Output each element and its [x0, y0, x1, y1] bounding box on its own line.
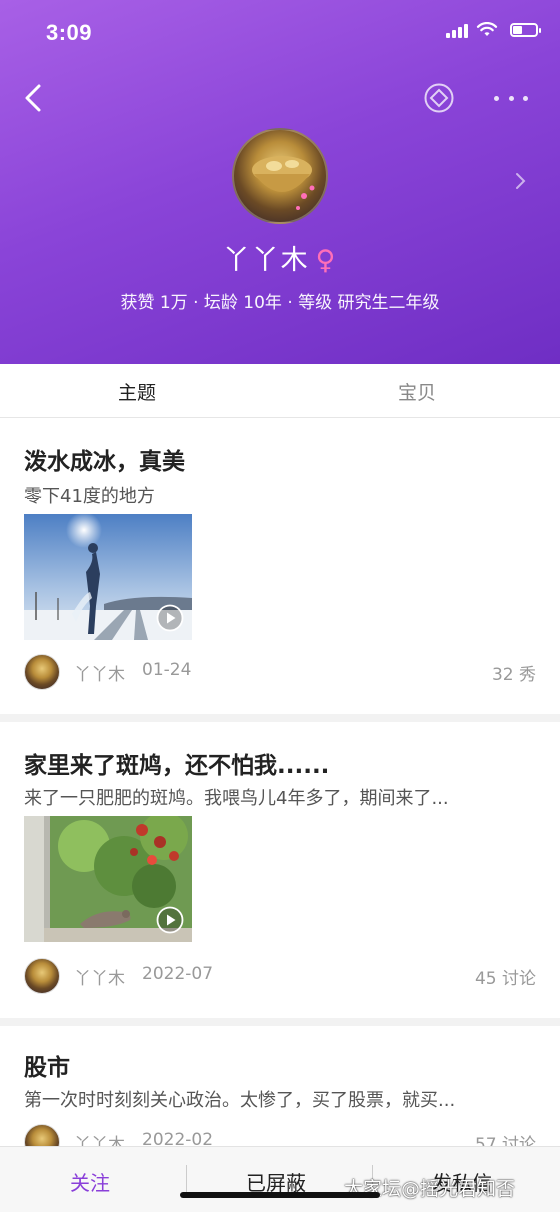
post-title[interactable]: 家里来了斑鸠，还不怕我......	[24, 746, 329, 780]
post-summary: 来了一只肥肥的斑鸠。我喂鸟儿4年多了，期间来了...	[24, 788, 449, 809]
post-title[interactable]: 泼水成冰，真美	[24, 442, 185, 476]
play-icon[interactable]	[156, 604, 184, 632]
post-summary: 零下41度的地方	[24, 486, 155, 507]
username-text: 丫丫木	[222, 245, 310, 276]
profile-header: 3:09 丫丫木 ♀ 获赞 1万 · 坛龄 10年 · 等级 研究生二年级	[0, 0, 560, 364]
post-meta: 丫丫木 01-24 32 秀	[24, 654, 536, 690]
follow-button[interactable]: 关注	[70, 1167, 110, 1196]
post-date: 01-24	[142, 660, 192, 680]
profile-avatar[interactable]	[232, 128, 328, 224]
avatar-image	[252, 156, 315, 210]
post-summary: 第一次时时刻刻关心政治。太惨了，买了股票，就买...	[24, 1090, 456, 1111]
post-author[interactable]: 丫丫木	[74, 964, 125, 989]
tab-topics[interactable]: 主题	[118, 378, 156, 405]
diamond-badge-icon[interactable]	[424, 83, 454, 113]
divider	[186, 1165, 187, 1195]
content-tabs: 主题 宝贝	[0, 364, 560, 418]
gender-female-icon: ♀	[315, 245, 338, 276]
post-video-thumbnail[interactable]	[24, 816, 192, 942]
chevron-right-icon[interactable]	[510, 170, 530, 192]
home-indicator[interactable]	[180, 1192, 380, 1198]
post-video-thumbnail[interactable]	[24, 514, 192, 640]
post-author[interactable]: 丫丫木	[74, 660, 125, 685]
post-count: 45 讨论	[474, 969, 536, 989]
post-card[interactable]: 家里来了斑鸠，还不怕我...... 来了一只肥肥的斑鸠。我喂鸟儿4年多了，期间来…	[0, 722, 560, 1018]
username: 丫丫木 ♀	[0, 238, 560, 277]
tab-items[interactable]: 宝贝	[398, 378, 436, 405]
profile-stats: 获赞 1万 · 坛龄 10年 · 等级 研究生二年级	[120, 293, 440, 313]
status-time: 3:09	[46, 20, 93, 45]
more-options-icon[interactable]	[494, 88, 528, 108]
post-date: 2022-07	[142, 964, 214, 984]
author-avatar[interactable]	[24, 958, 60, 994]
post-meta: 丫丫木 2022-07 45 讨论	[24, 958, 536, 994]
back-icon[interactable]	[18, 82, 50, 114]
signal-icon	[446, 22, 468, 38]
play-icon[interactable]	[156, 906, 184, 934]
wifi-icon	[476, 22, 498, 36]
status-icons	[446, 22, 541, 38]
post-count: 32 秀	[491, 665, 536, 685]
post-card[interactable]: 泼水成冰，真美 零下41度的地方 丫丫木 01-24 32 秀	[0, 418, 560, 714]
author-avatar[interactable]	[24, 654, 60, 690]
battery-icon	[510, 23, 541, 37]
post-title[interactable]: 股市	[24, 1048, 70, 1082]
